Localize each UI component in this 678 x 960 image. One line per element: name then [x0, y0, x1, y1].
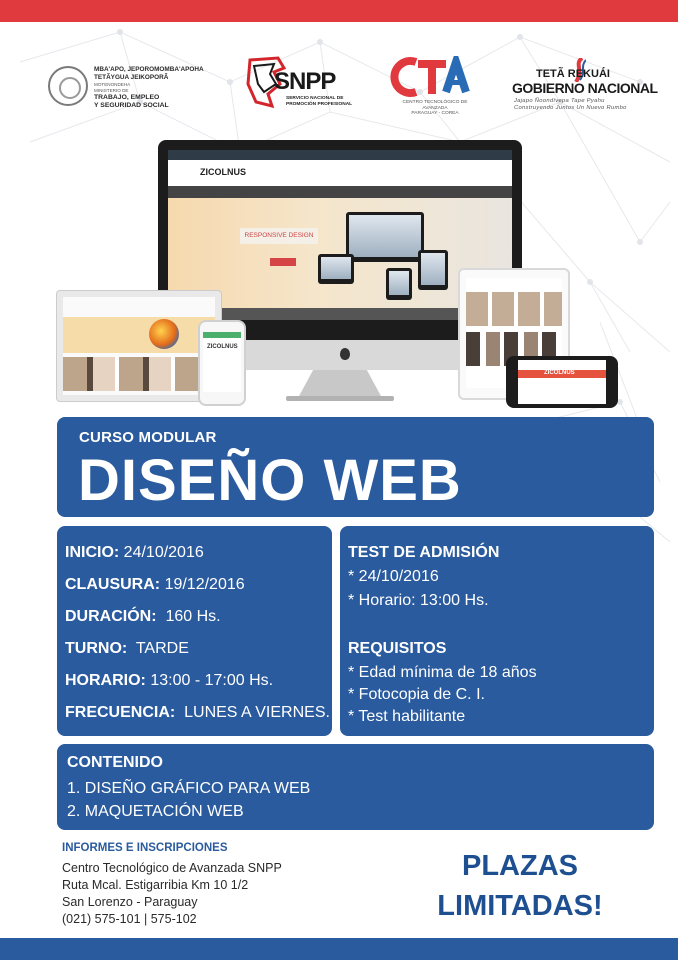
admission-requirements-panel: TEST DE ADMISIÓN * 24/10/2016 * Horario:…	[340, 526, 654, 736]
mockup-banner: RESPONSIVE DESIGN	[240, 228, 318, 244]
detail-duracion: DURACIÓN: 160 Hs.	[65, 608, 221, 625]
ministry-logo: MBA'APO, JEPOROMOMBA'APOHA TETÃYGUA JEIK…	[48, 66, 228, 114]
snpp-name: SNPP	[274, 68, 336, 95]
gov-line-1: MBA'APO, JEPOROMOMBA'APOHA	[94, 66, 204, 73]
national-seal-icon	[48, 66, 88, 106]
callout-line-2: LIMITADAS!	[437, 890, 603, 922]
contact-info: INFORMES E INSCRIPCIONES Centro Tecnológ…	[62, 842, 342, 928]
slogan-spanish: Construyendo Juntos Un Nuevo Rumbo	[514, 105, 627, 111]
logos-row: MBA'APO, JEPOROMOMBA'APOHA TETÃYGUA JEIK…	[0, 50, 678, 120]
content-panel: CONTENIDO 1. DISEÑO GRÁFICO PARA WEB 2. …	[57, 744, 654, 830]
ctf-sub-1: CENTRO TECNOLÓGICO DE AVANZADA	[402, 100, 468, 111]
top-red-bar	[0, 0, 678, 22]
gobierno-nacional-logo: TETÃ REKUÁI GOBIERNO NACIONAL Jajapo Ñoo…	[510, 56, 660, 112]
detail-turno: TURNO: TARDE	[65, 640, 189, 657]
content-item: 1. DISEÑO GRÁFICO PARA WEB	[67, 780, 311, 797]
snpp-sub-1: SERVICIO NACIONAL DE	[286, 96, 344, 101]
info-line: San Lorenzo - Paraguay	[62, 895, 198, 909]
info-line: (021) 575-101 | 575-102	[62, 912, 197, 926]
detail-inicio: INICIO: 24/10/2016	[65, 544, 204, 561]
snpp-logo: SNPP SERVICIO NACIONAL DE PROMOCIÓN PROF…	[244, 54, 352, 110]
snpp-sub-2: PROMOCIÓN PROFESIONAL	[286, 101, 353, 107]
info-line: Centro Tecnológico de Avanzada SNPP	[62, 861, 282, 875]
slogan-guarani: Jajapo Ñoondívepa Tape Pyahu	[514, 98, 605, 104]
callout-line-1: PLAZAS	[462, 850, 578, 882]
browser-globe-icon	[149, 319, 179, 349]
info-title: INFORMES E INSCRIPCIONES	[62, 842, 228, 854]
smartphone-device: ZICOLNUS	[198, 320, 246, 406]
ctf-sub-2: PARAGUAY - COREA	[411, 111, 459, 116]
admission-title: TEST DE ADMISIÓN	[348, 544, 500, 561]
snpp-subtitle: SERVICIO NACIONAL DE PROMOCIÓN PROFESION…	[286, 96, 352, 107]
detail-horario: HORARIO: 13:00 - 17:00 Hs.	[65, 672, 274, 689]
ctf-subtitle: CENTRO TECNOLÓGICO DE AVANZADA PARAGUAY …	[390, 100, 480, 117]
phone-logo: ZICOLNUS	[207, 344, 238, 350]
cta-monogram-icon	[390, 56, 470, 97]
ctf-logo: CENTRO TECNOLÓGICO DE AVANZADA PARAGUAY …	[388, 56, 476, 116]
admission-item: * 24/10/2016	[348, 568, 439, 585]
requirement-item: * Fotocopia de C. I.	[348, 686, 485, 703]
gov-line-2: TETÃYGUA JEIKOPORÃ	[94, 74, 169, 81]
requirement-item: * Test habilitante	[348, 708, 466, 725]
landscape-phone-logo: ZICOLNUS	[544, 370, 575, 376]
bottom-blue-bar	[0, 938, 678, 960]
content-item: 2. MAQUETACIÓN WEB	[67, 803, 244, 820]
gobierno-nacional-text: GOBIERNO NACIONAL	[512, 80, 658, 96]
ministry-line-2: TRABAJO, EMPLEO	[94, 94, 160, 101]
course-kicker: CURSO MODULAR	[79, 429, 217, 446]
responsive-devices-illustration: ZICOLNUS RESPONSIVE DESIGN ZICOLNUS ZICO…	[50, 140, 630, 415]
course-title-panel: CURSO MODULAR DISEÑO WEB	[57, 417, 654, 517]
course-title: DISEÑO WEB	[78, 448, 462, 513]
landscape-phone-device: ZICOLNUS	[506, 356, 618, 408]
mockup-logo: ZICOLNUS	[200, 167, 246, 177]
requirements-title: REQUISITOS	[348, 640, 447, 657]
ministry-line-3: Y SEGURIDAD SOCIAL	[94, 101, 169, 109]
admission-item: * Horario: 13:00 Hs.	[348, 592, 489, 609]
detail-frecuencia: FRECUENCIA: LUNES A VIERNES.	[65, 704, 330, 721]
apple-logo-icon	[340, 348, 350, 360]
requirement-item: * Edad mínima de 18 años	[348, 664, 537, 681]
info-line: Ruta Mcal. Estigarribia Km 10 1/2	[62, 878, 249, 892]
course-details-panel: INICIO: 24/10/2016 CLAUSURA: 19/12/2016 …	[57, 526, 332, 736]
detail-clausura: CLAUSURA: 19/12/2016	[65, 576, 245, 593]
tetã-rekuai-text: TETÃ REKUÁI	[536, 68, 610, 80]
limited-seats-callout: PLAZAS LIMITADAS!	[420, 846, 620, 926]
content-title: CONTENIDO	[67, 754, 163, 771]
